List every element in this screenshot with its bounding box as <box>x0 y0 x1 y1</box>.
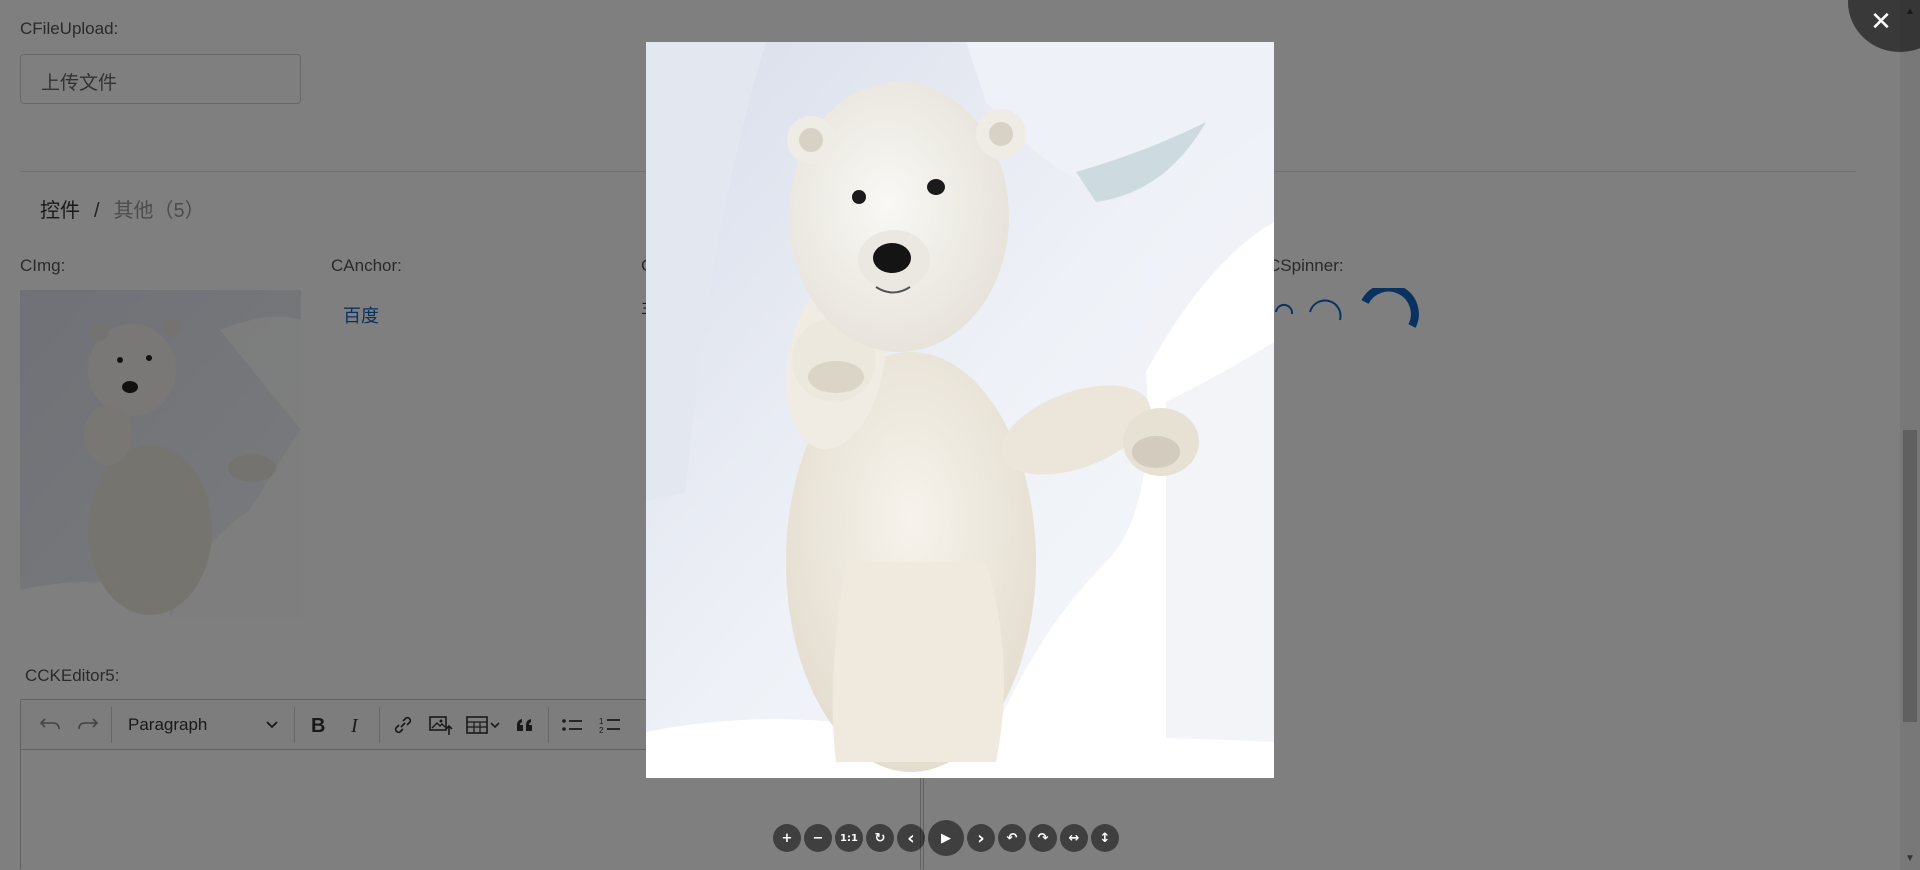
viewer-image-polar-bear[interactable] <box>646 42 1274 778</box>
rotate-left-button[interactable]: ↶ <box>998 824 1026 852</box>
viewer-toolbar: + − 1:1 ↻ ‹ ▶ › ↶ ↷ ↔ ↕ <box>773 820 1119 856</box>
flip-horizontal-button[interactable]: ↔ <box>1060 824 1088 852</box>
zoom-out-button[interactable]: − <box>804 824 832 852</box>
flip-vertical-button[interactable]: ↕ <box>1091 824 1119 852</box>
reset-button[interactable]: ↻ <box>866 824 894 852</box>
next-button[interactable]: › <box>967 824 995 852</box>
zoom-in-button[interactable]: + <box>773 824 801 852</box>
one-to-one-button[interactable]: 1:1 <box>835 824 863 852</box>
prev-button[interactable]: ‹ <box>897 824 925 852</box>
close-icon[interactable]: ✕ <box>1869 6 1893 36</box>
rotate-right-button[interactable]: ↷ <box>1029 824 1057 852</box>
play-button[interactable]: ▶ <box>928 820 964 856</box>
